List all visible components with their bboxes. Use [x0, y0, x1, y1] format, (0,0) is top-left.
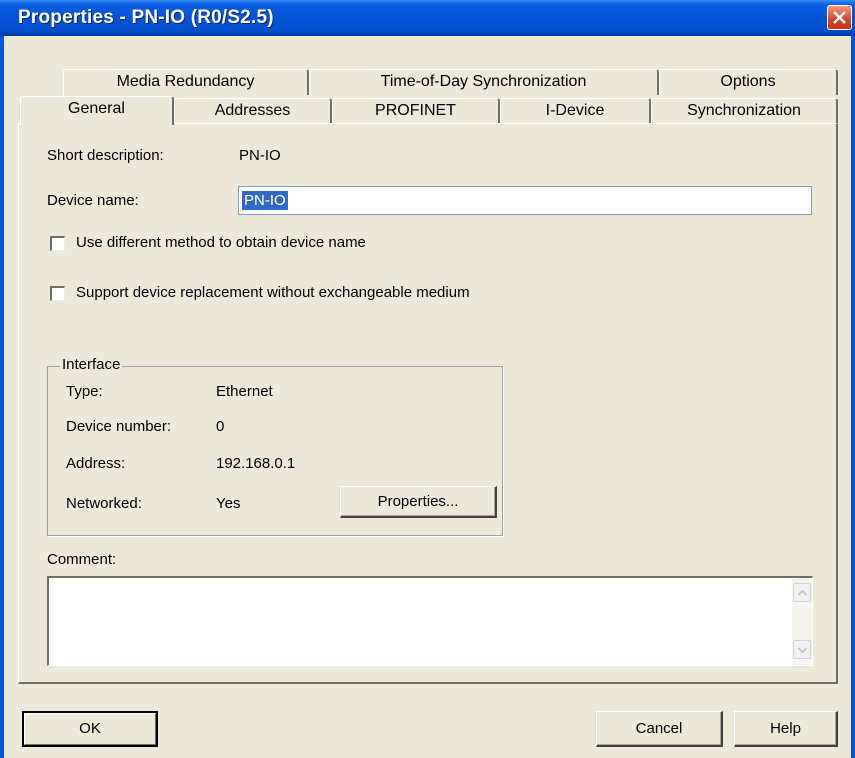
interface-properties-button[interactable]: Properties...: [340, 486, 497, 518]
interface-legend: Interface: [60, 356, 123, 373]
use-different-method-checkbox[interactable]: [50, 236, 65, 251]
address-label: Address:: [66, 455, 126, 472]
chevron-up-icon: [798, 590, 807, 596]
support-device-replacement-label: Support device replacement without excha…: [76, 284, 470, 301]
comment-scrollbar[interactable]: [792, 578, 812, 665]
device-name-value: PN-IO: [242, 191, 288, 210]
scroll-down-button[interactable]: [793, 640, 811, 659]
interface-type-label: Type:: [66, 383, 103, 400]
chevron-down-icon: [798, 647, 807, 653]
comment-textarea[interactable]: [47, 576, 813, 666]
support-device-replacement-checkbox[interactable]: [50, 286, 65, 301]
button-label: Properties...: [377, 493, 459, 510]
comment-label: Comment:: [47, 551, 117, 568]
device-number-value: 0: [216, 418, 225, 435]
networked-label: Networked:: [66, 495, 142, 512]
short-description-label: Short description:: [47, 147, 164, 164]
networked-value: Yes: [216, 495, 241, 512]
device-name-label: Device name:: [47, 192, 139, 209]
scroll-up-button[interactable]: [793, 583, 811, 602]
short-description-value: PN-IO: [239, 147, 281, 164]
device-number-label: Device number:: [66, 418, 172, 435]
use-different-method-label: Use different method to obtain device na…: [76, 234, 366, 251]
interface-type-value: Ethernet: [216, 383, 273, 400]
device-name-field[interactable]: PN-IO: [238, 186, 812, 215]
address-value: 192.168.0.1: [216, 455, 296, 472]
